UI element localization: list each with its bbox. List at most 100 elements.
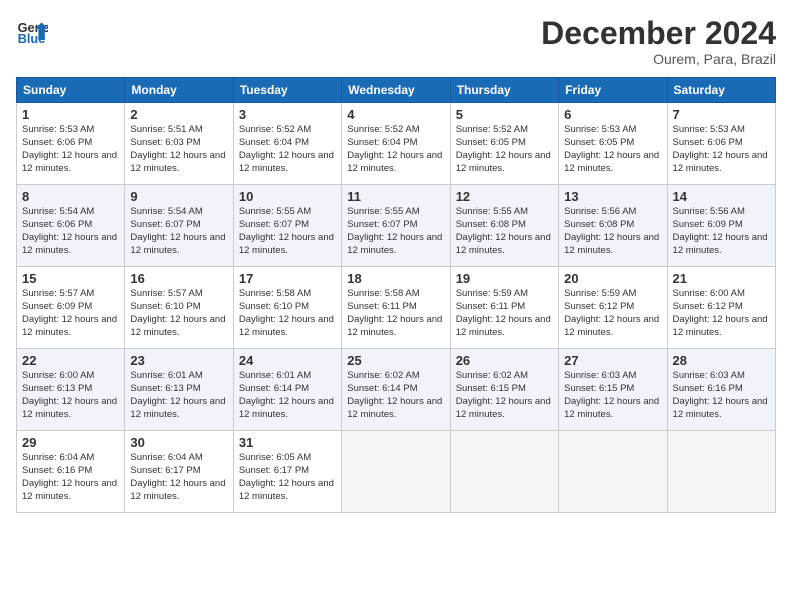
day-number: 4 <box>347 107 444 122</box>
day-cell: 30 Sunrise: 6:04 AMSunset: 6:17 PMDaylig… <box>125 431 233 513</box>
day-number: 12 <box>456 189 553 204</box>
day-cell: 10 Sunrise: 5:55 AMSunset: 6:07 PMDaylig… <box>233 185 341 267</box>
day-cell: 25 Sunrise: 6:02 AMSunset: 6:14 PMDaylig… <box>342 349 450 431</box>
day-info: Sunrise: 6:02 AMSunset: 6:15 PMDaylight:… <box>456 370 551 419</box>
day-number: 3 <box>239 107 336 122</box>
day-info: Sunrise: 5:52 AMSunset: 6:04 PMDaylight:… <box>239 124 334 173</box>
day-info: Sunrise: 6:00 AMSunset: 6:12 PMDaylight:… <box>673 288 768 337</box>
day-info: Sunrise: 6:03 AMSunset: 6:16 PMDaylight:… <box>673 370 768 419</box>
day-number: 26 <box>456 353 553 368</box>
day-number: 1 <box>22 107 119 122</box>
day-cell: 8 Sunrise: 5:54 AMSunset: 6:06 PMDayligh… <box>17 185 125 267</box>
calendar-row: 8 Sunrise: 5:54 AMSunset: 6:06 PMDayligh… <box>17 185 776 267</box>
day-cell: 9 Sunrise: 5:54 AMSunset: 6:07 PMDayligh… <box>125 185 233 267</box>
day-number: 15 <box>22 271 119 286</box>
day-cell: 15 Sunrise: 5:57 AMSunset: 6:09 PMDaylig… <box>17 267 125 349</box>
day-info: Sunrise: 6:03 AMSunset: 6:15 PMDaylight:… <box>564 370 659 419</box>
header-tuesday: Tuesday <box>233 78 341 103</box>
day-number: 13 <box>564 189 661 204</box>
day-number: 11 <box>347 189 444 204</box>
day-cell: 11 Sunrise: 5:55 AMSunset: 6:07 PMDaylig… <box>342 185 450 267</box>
day-info: Sunrise: 5:56 AMSunset: 6:08 PMDaylight:… <box>564 206 659 255</box>
day-info: Sunrise: 5:57 AMSunset: 6:09 PMDaylight:… <box>22 288 117 337</box>
calendar: Sunday Monday Tuesday Wednesday Thursday… <box>16 77 776 513</box>
day-cell: 21 Sunrise: 6:00 AMSunset: 6:12 PMDaylig… <box>667 267 775 349</box>
header-thursday: Thursday <box>450 78 558 103</box>
header-monday: Monday <box>125 78 233 103</box>
day-info: Sunrise: 5:55 AMSunset: 6:07 PMDaylight:… <box>347 206 442 255</box>
day-cell: 18 Sunrise: 5:58 AMSunset: 6:11 PMDaylig… <box>342 267 450 349</box>
day-info: Sunrise: 5:58 AMSunset: 6:11 PMDaylight:… <box>347 288 442 337</box>
day-cell: 13 Sunrise: 5:56 AMSunset: 6:08 PMDaylig… <box>559 185 667 267</box>
day-info: Sunrise: 5:55 AMSunset: 6:07 PMDaylight:… <box>239 206 334 255</box>
day-info: Sunrise: 5:59 AMSunset: 6:12 PMDaylight:… <box>564 288 659 337</box>
day-number: 23 <box>130 353 227 368</box>
day-number: 31 <box>239 435 336 450</box>
day-cell: 1 Sunrise: 5:53 AMSunset: 6:06 PMDayligh… <box>17 103 125 185</box>
day-cell: 4 Sunrise: 5:52 AMSunset: 6:04 PMDayligh… <box>342 103 450 185</box>
day-cell: 7 Sunrise: 5:53 AMSunset: 6:06 PMDayligh… <box>667 103 775 185</box>
day-cell: 31 Sunrise: 6:05 AMSunset: 6:17 PMDaylig… <box>233 431 341 513</box>
day-cell: 22 Sunrise: 6:00 AMSunset: 6:13 PMDaylig… <box>17 349 125 431</box>
empty-cell <box>342 431 450 513</box>
day-info: Sunrise: 6:04 AMSunset: 6:16 PMDaylight:… <box>22 452 117 501</box>
page: General Blue December 2024 Ourem, Para, … <box>0 0 792 612</box>
day-info: Sunrise: 5:52 AMSunset: 6:05 PMDaylight:… <box>456 124 551 173</box>
calendar-row: 29 Sunrise: 6:04 AMSunset: 6:16 PMDaylig… <box>17 431 776 513</box>
day-number: 30 <box>130 435 227 450</box>
day-cell: 5 Sunrise: 5:52 AMSunset: 6:05 PMDayligh… <box>450 103 558 185</box>
day-cell: 27 Sunrise: 6:03 AMSunset: 6:15 PMDaylig… <box>559 349 667 431</box>
day-cell: 14 Sunrise: 5:56 AMSunset: 6:09 PMDaylig… <box>667 185 775 267</box>
day-cell: 3 Sunrise: 5:52 AMSunset: 6:04 PMDayligh… <box>233 103 341 185</box>
day-number: 24 <box>239 353 336 368</box>
header-saturday: Saturday <box>667 78 775 103</box>
day-number: 16 <box>130 271 227 286</box>
day-number: 25 <box>347 353 444 368</box>
location: Ourem, Para, Brazil <box>541 51 776 67</box>
day-info: Sunrise: 5:53 AMSunset: 6:05 PMDaylight:… <box>564 124 659 173</box>
day-info: Sunrise: 5:54 AMSunset: 6:06 PMDaylight:… <box>22 206 117 255</box>
calendar-row: 15 Sunrise: 5:57 AMSunset: 6:09 PMDaylig… <box>17 267 776 349</box>
day-info: Sunrise: 6:05 AMSunset: 6:17 PMDaylight:… <box>239 452 334 501</box>
header-wednesday: Wednesday <box>342 78 450 103</box>
day-info: Sunrise: 6:04 AMSunset: 6:17 PMDaylight:… <box>130 452 225 501</box>
day-number: 5 <box>456 107 553 122</box>
header-sunday: Sunday <box>17 78 125 103</box>
weekday-header-row: Sunday Monday Tuesday Wednesday Thursday… <box>17 78 776 103</box>
day-cell: 29 Sunrise: 6:04 AMSunset: 6:16 PMDaylig… <box>17 431 125 513</box>
logo: General Blue <box>16 16 48 48</box>
day-info: Sunrise: 6:02 AMSunset: 6:14 PMDaylight:… <box>347 370 442 419</box>
day-info: Sunrise: 5:53 AMSunset: 6:06 PMDaylight:… <box>22 124 117 173</box>
day-info: Sunrise: 5:54 AMSunset: 6:07 PMDaylight:… <box>130 206 225 255</box>
day-cell: 2 Sunrise: 5:51 AMSunset: 6:03 PMDayligh… <box>125 103 233 185</box>
empty-cell <box>667 431 775 513</box>
logo-icon: General Blue <box>16 16 48 48</box>
day-number: 22 <box>22 353 119 368</box>
calendar-row: 1 Sunrise: 5:53 AMSunset: 6:06 PMDayligh… <box>17 103 776 185</box>
day-number: 28 <box>673 353 770 368</box>
day-number: 17 <box>239 271 336 286</box>
day-info: Sunrise: 6:00 AMSunset: 6:13 PMDaylight:… <box>22 370 117 419</box>
day-info: Sunrise: 5:57 AMSunset: 6:10 PMDaylight:… <box>130 288 225 337</box>
day-info: Sunrise: 5:59 AMSunset: 6:11 PMDaylight:… <box>456 288 551 337</box>
day-number: 29 <box>22 435 119 450</box>
day-number: 9 <box>130 189 227 204</box>
header: General Blue December 2024 Ourem, Para, … <box>16 16 776 67</box>
day-cell: 28 Sunrise: 6:03 AMSunset: 6:16 PMDaylig… <box>667 349 775 431</box>
day-number: 8 <box>22 189 119 204</box>
day-number: 10 <box>239 189 336 204</box>
day-info: Sunrise: 5:53 AMSunset: 6:06 PMDaylight:… <box>673 124 768 173</box>
day-cell: 19 Sunrise: 5:59 AMSunset: 6:11 PMDaylig… <box>450 267 558 349</box>
day-cell: 23 Sunrise: 6:01 AMSunset: 6:13 PMDaylig… <box>125 349 233 431</box>
day-info: Sunrise: 5:51 AMSunset: 6:03 PMDaylight:… <box>130 124 225 173</box>
header-friday: Friday <box>559 78 667 103</box>
month-title: December 2024 <box>541 16 776 51</box>
day-info: Sunrise: 5:58 AMSunset: 6:10 PMDaylight:… <box>239 288 334 337</box>
day-number: 2 <box>130 107 227 122</box>
day-cell: 20 Sunrise: 5:59 AMSunset: 6:12 PMDaylig… <box>559 267 667 349</box>
day-cell: 16 Sunrise: 5:57 AMSunset: 6:10 PMDaylig… <box>125 267 233 349</box>
day-number: 7 <box>673 107 770 122</box>
day-number: 18 <box>347 271 444 286</box>
day-info: Sunrise: 5:52 AMSunset: 6:04 PMDaylight:… <box>347 124 442 173</box>
empty-cell <box>559 431 667 513</box>
